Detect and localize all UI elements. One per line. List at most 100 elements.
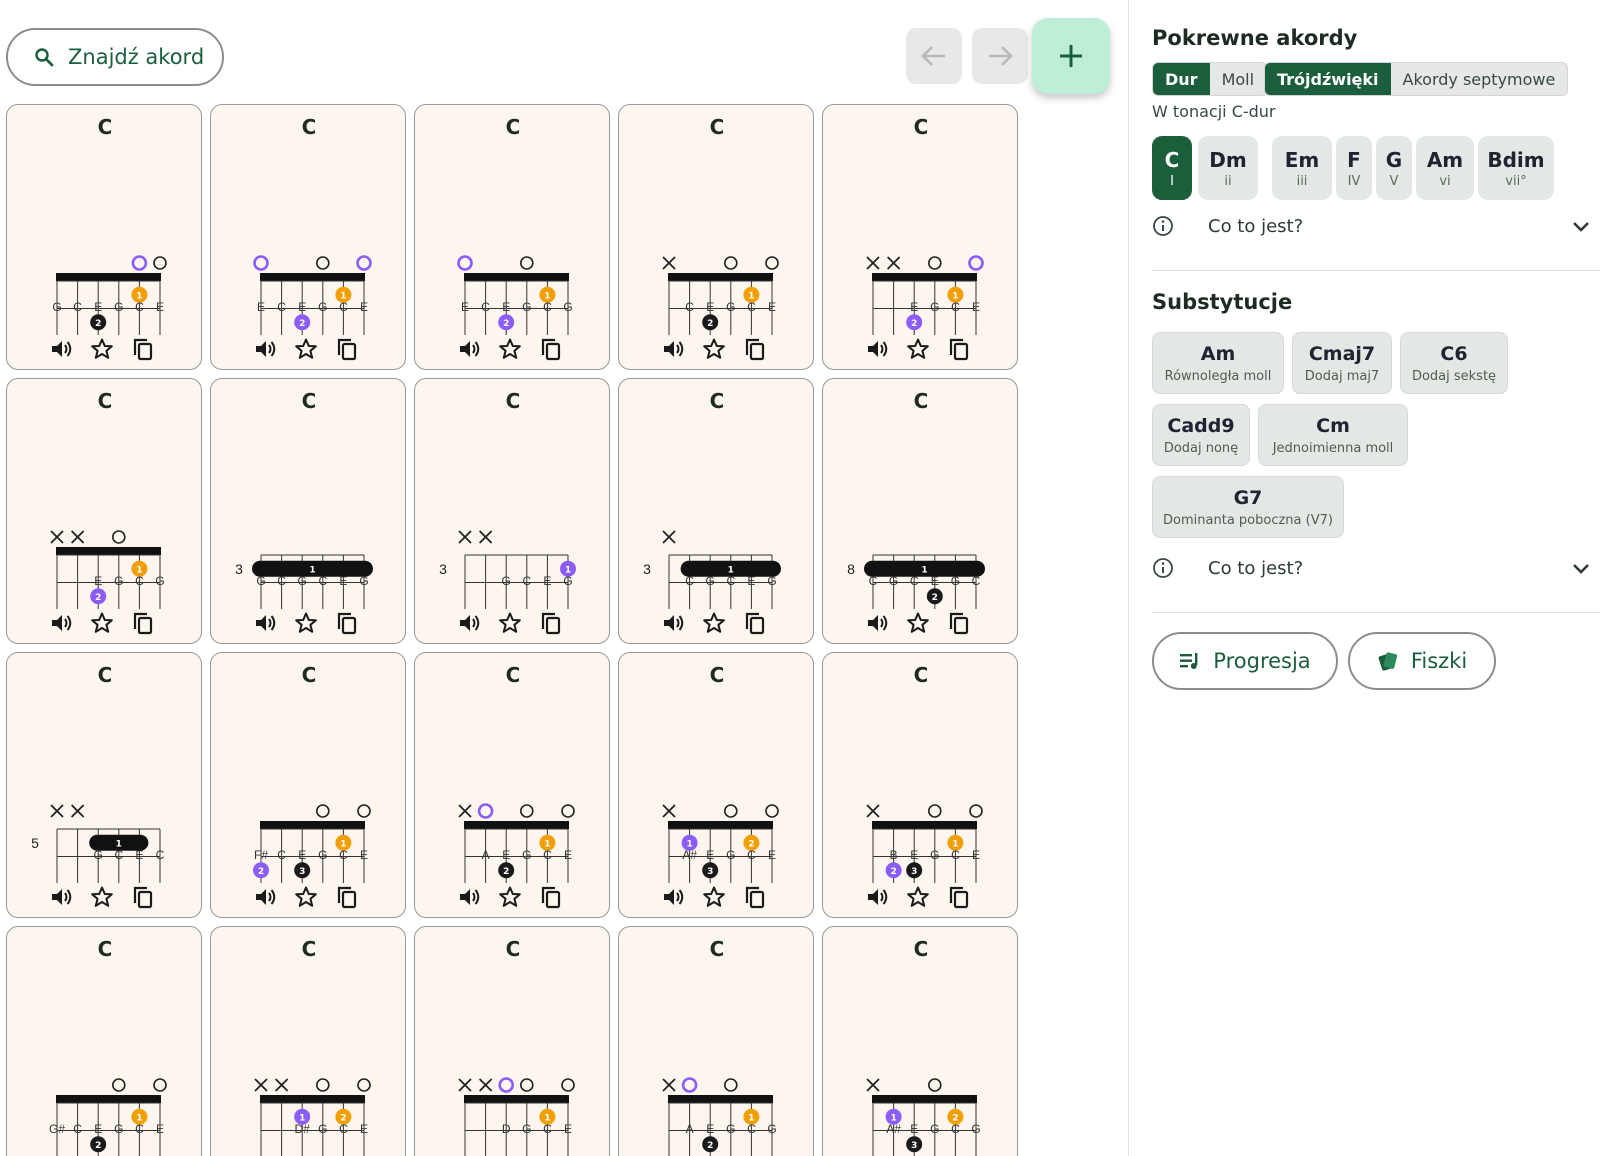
chord-card[interactable]: C3421GCEGCE: [6, 104, 202, 370]
type-option-triads[interactable]: Trójdźwięki: [1265, 63, 1391, 95]
substitution-chip[interactable]: C6 Dodaj sekstę: [1400, 332, 1508, 394]
copy-button[interactable]: [741, 883, 769, 911]
degree-chip[interactable]: F IV: [1336, 136, 1372, 200]
add-chord-button[interactable]: [1032, 18, 1110, 94]
favorite-button[interactable]: [496, 883, 524, 911]
copy-button[interactable]: [333, 335, 361, 363]
chord-card[interactable]: C2431F#CEGCE: [210, 652, 406, 918]
play-button[interactable]: [251, 335, 279, 363]
play-button[interactable]: [863, 609, 891, 637]
copy-button[interactable]: [333, 883, 361, 911]
favorite-button[interactable]: [700, 335, 728, 363]
related-info-row[interactable]: Co to jest?: [1152, 212, 1600, 240]
copy-button[interactable]: [537, 335, 565, 363]
play-button[interactable]: [863, 335, 891, 363]
chord-card[interactable]: C21EGCE: [822, 104, 1018, 370]
string-note: E: [564, 1122, 572, 1136]
string-note: C: [318, 574, 327, 588]
string-note: C: [481, 300, 490, 314]
chord-card[interactable]: C31234GCGCEG: [210, 378, 406, 644]
favorite-button[interactable]: [496, 609, 524, 637]
copy-button[interactable]: [945, 883, 973, 911]
type-option-sevenths[interactable]: Akordy septymowe: [1391, 63, 1568, 95]
play-button[interactable]: [659, 609, 687, 637]
find-chord-button[interactable]: Znajdź akord: [6, 28, 224, 86]
nut: [260, 273, 365, 281]
string-note: D: [502, 1122, 511, 1136]
degree-chip[interactable]: GV: [1376, 136, 1412, 200]
play-button[interactable]: [659, 883, 687, 911]
open-root-marker: [477, 803, 494, 819]
play-button[interactable]: [251, 609, 279, 637]
degree-chip[interactable]: CI: [1152, 136, 1192, 200]
chord-card[interactable]: C1DGCE: [414, 926, 610, 1156]
copy-button[interactable]: [945, 609, 973, 637]
copy-button[interactable]: [741, 609, 769, 637]
substitution-chip[interactable]: G7 Dominanta poboczna (V7): [1152, 476, 1344, 538]
flashcards-button[interactable]: Fiszki: [1348, 632, 1496, 690]
degree-chip[interactable]: Am vi: [1416, 136, 1474, 200]
finger-number: 3: [707, 867, 713, 877]
favorite-button[interactable]: [904, 883, 932, 911]
favorite-button[interactable]: [88, 335, 116, 363]
chord-card[interactable]: C4321G#CEGCE: [6, 926, 202, 1156]
favorite-button[interactable]: [292, 609, 320, 637]
play-button[interactable]: [863, 883, 891, 911]
favorite-button[interactable]: [88, 609, 116, 637]
string-note: C: [726, 574, 735, 588]
copy-button[interactable]: [129, 609, 157, 637]
copy-button[interactable]: [129, 335, 157, 363]
play-button[interactable]: [47, 609, 75, 637]
substitutions-info-row[interactable]: Co to jest?: [1152, 554, 1600, 582]
chord-card[interactable]: C81234CGCEGC: [822, 378, 1018, 644]
substitution-chip[interactable]: Cmaj7 Dodaj maj7: [1292, 332, 1392, 394]
speaker-icon: [52, 341, 72, 357]
copy-button[interactable]: [945, 335, 973, 363]
chord-card[interactable]: C31234CGCEG: [618, 378, 814, 644]
substitution-chip[interactable]: Am Równoległa moll: [1152, 332, 1284, 394]
string-note: C: [951, 300, 960, 314]
chord-card[interactable]: C31234GCEG: [414, 378, 610, 644]
chord-card[interactable]: C1324A#EGCG: [822, 926, 1018, 1156]
progression-button[interactable]: Progresja: [1152, 632, 1338, 690]
chord-card[interactable]: C21AEGCE: [414, 652, 610, 918]
degree-chip[interactable]: Em iii: [1272, 136, 1332, 200]
degree-chip[interactable]: Bdim vii°: [1478, 136, 1554, 200]
mode-option-minor[interactable]: Moll: [1210, 63, 1266, 95]
chord-card[interactable]: C321CEGCE: [618, 104, 814, 370]
play-button[interactable]: [659, 335, 687, 363]
favorite-button[interactable]: [700, 609, 728, 637]
copy-button[interactable]: [537, 883, 565, 911]
copy-button[interactable]: [741, 335, 769, 363]
chord-card[interactable]: C213AEGCG: [618, 926, 814, 1156]
copy-button[interactable]: [129, 883, 157, 911]
favorite-button[interactable]: [292, 335, 320, 363]
chord-card[interactable]: C 1 2 D# G C E: [210, 926, 406, 1156]
play-button[interactable]: [455, 883, 483, 911]
play-button[interactable]: [47, 335, 75, 363]
chord-card[interactable]: C231BEGCE: [822, 652, 1018, 918]
copy-button[interactable]: [333, 609, 361, 637]
chord-card[interactable]: C321ECEGCE: [210, 104, 406, 370]
chord-card[interactable]: C213EGCG: [6, 378, 202, 644]
next-button[interactable]: [972, 28, 1028, 84]
favorite-button[interactable]: [904, 335, 932, 363]
chord-card[interactable]: C514GCEC: [6, 652, 202, 918]
substitution-chip[interactable]: Cadd9 Dodaj nonę: [1152, 404, 1250, 466]
chord-card[interactable]: C3214ECEGCG: [414, 104, 610, 370]
favorite-button[interactable]: [904, 609, 932, 637]
substitution-chip[interactable]: Cm Jednoimienna moll: [1258, 404, 1408, 466]
play-button[interactable]: [455, 609, 483, 637]
play-button[interactable]: [251, 883, 279, 911]
chord-card[interactable]: C 1 2 3 A# E G C E: [618, 652, 814, 918]
favorite-button[interactable]: [292, 883, 320, 911]
play-button[interactable]: [455, 335, 483, 363]
favorite-button[interactable]: [88, 883, 116, 911]
copy-button[interactable]: [537, 609, 565, 637]
play-button[interactable]: [47, 883, 75, 911]
degree-chip[interactable]: Dm ii: [1198, 136, 1258, 200]
mode-option-major[interactable]: Dur: [1153, 63, 1210, 95]
favorite-button[interactable]: [700, 883, 728, 911]
previous-button[interactable]: [906, 28, 962, 84]
favorite-button[interactable]: [496, 335, 524, 363]
